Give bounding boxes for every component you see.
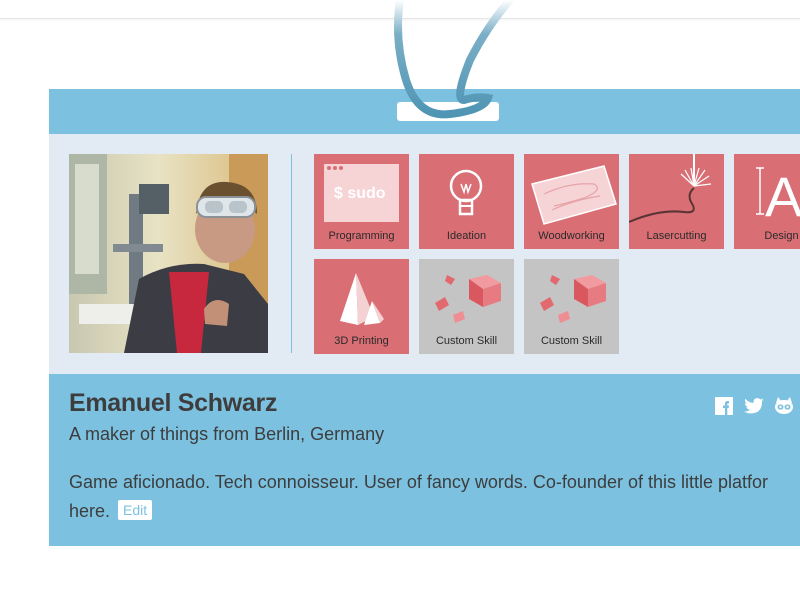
facebook-icon[interactable] [714, 396, 734, 416]
skill-label: 3D Printing [334, 335, 389, 347]
bio-text: here. [69, 501, 111, 521]
type-letter-text: A [765, 165, 800, 228]
skill-tile-woodworking[interactable]: Woodworking [524, 154, 619, 249]
profile-location: A maker of things from Berlin, Germany [69, 424, 385, 444]
skill-tile-custom[interactable]: Custom Skill [524, 259, 619, 354]
divider [291, 154, 292, 353]
skill-label: Woodworking [538, 230, 605, 242]
skill-tile-ideation[interactable]: Ideation [419, 154, 514, 249]
terminal-prompt-text: $ sudo [334, 185, 386, 202]
profile-bio: Game aficionado. Tech connoisseur. User … [69, 468, 800, 526]
profile-info: Emanuel Schwarz A maker of things from B… [49, 374, 800, 546]
profile-badge: $ sudo Programming Ideation Woodworking [49, 89, 800, 546]
skill-tile-3d-printing[interactable]: 3D Printing [314, 259, 409, 354]
skill-tile-programming[interactable]: $ sudo Programming [314, 154, 409, 249]
skill-label: Ideation [446, 230, 487, 242]
bio-text: Game aficionado. Tech connoisseur. User … [69, 472, 769, 492]
skill-tile-design[interactable]: A Design [734, 154, 800, 249]
skill-label: Custom Skill [435, 335, 498, 347]
skill-label: Programming [328, 230, 395, 242]
skill-label: Design [764, 230, 799, 242]
lanyard-strap [394, 0, 514, 119]
instructables-icon[interactable] [773, 396, 795, 416]
skill-tile-lasercutting[interactable]: Lasercutting [629, 154, 724, 249]
twitter-icon[interactable] [743, 396, 765, 416]
skill-label: Custom Skill [540, 335, 603, 347]
skill-label: Lasercutting [646, 230, 707, 242]
skill-tile-custom[interactable]: Custom Skill [419, 259, 514, 354]
profile-name: Emanuel Schwarz [69, 389, 278, 417]
edit-button[interactable]: Edit [118, 500, 153, 520]
profile-photo [69, 154, 268, 353]
